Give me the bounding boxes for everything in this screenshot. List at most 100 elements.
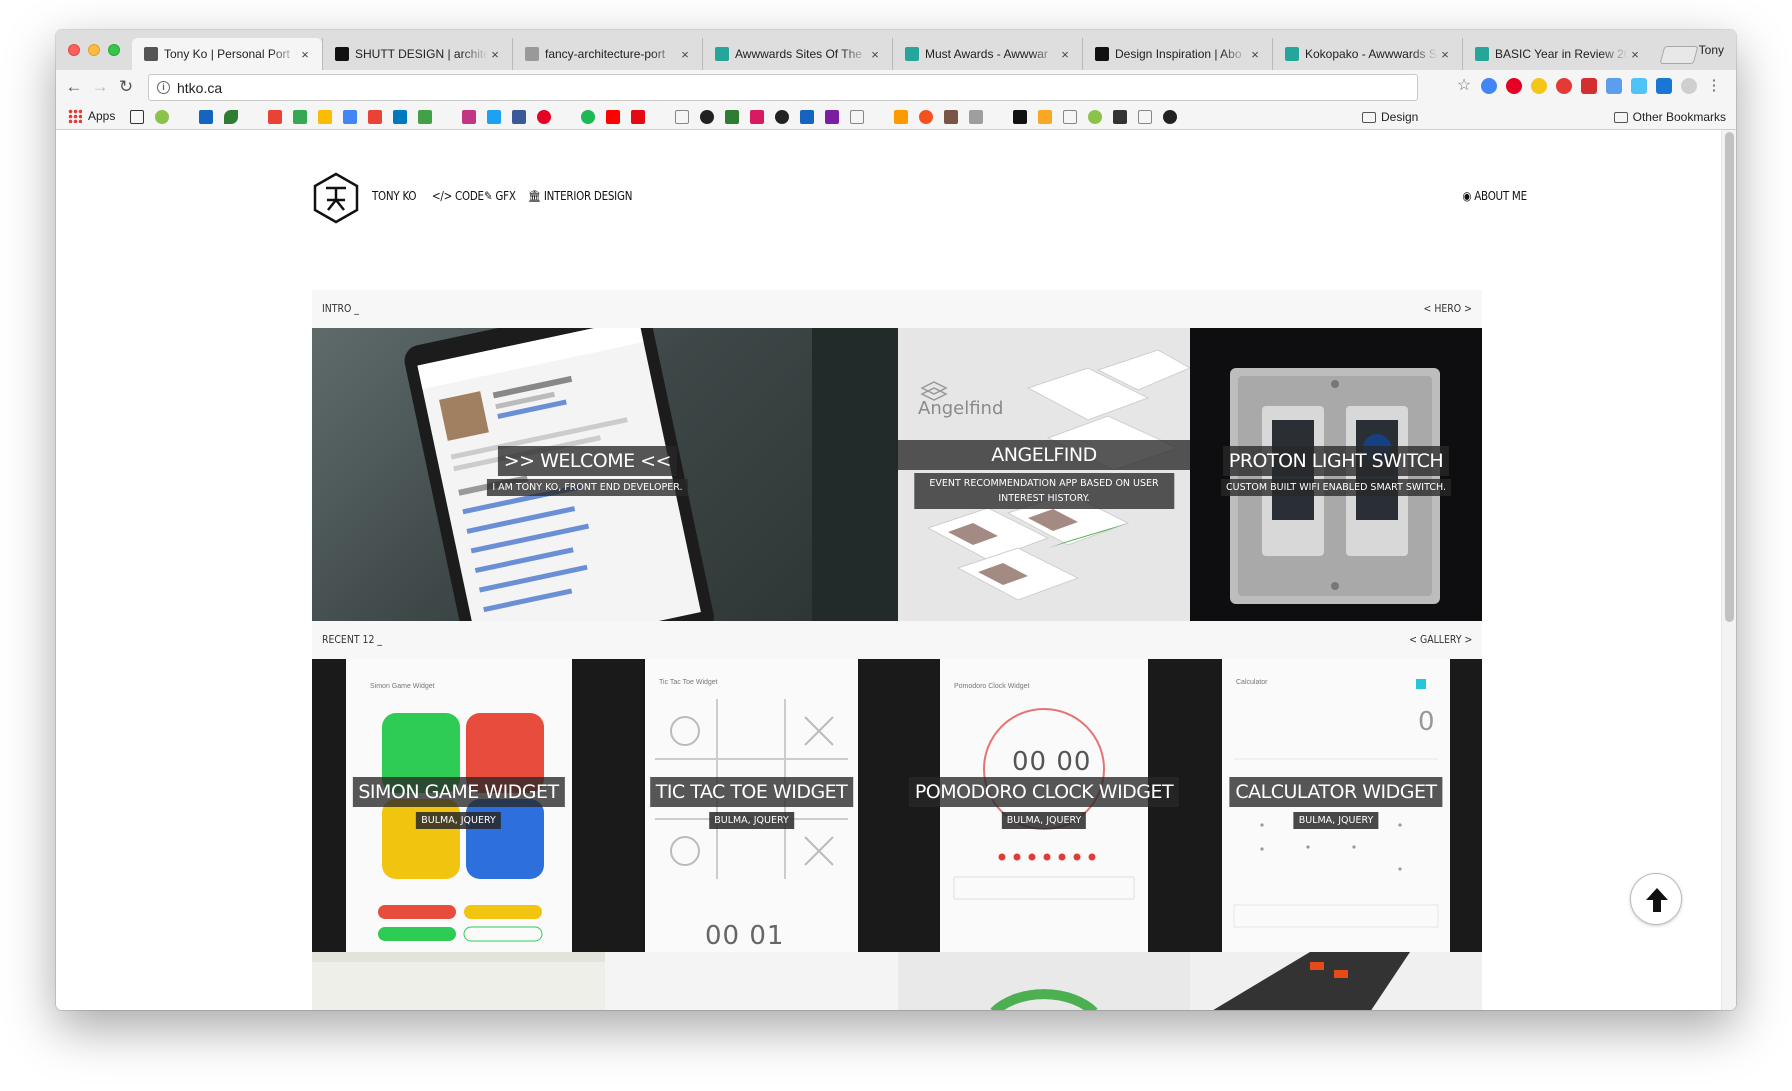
page-icon-2[interactable] bbox=[850, 110, 864, 124]
menu-kebab-icon[interactable]: ⋮ bbox=[1706, 78, 1722, 94]
f-icon[interactable] bbox=[800, 110, 814, 124]
proton-tile[interactable]: PROTON LIGHT SWITCH CUSTOM BUILT WIFI EN… bbox=[1190, 328, 1482, 621]
github-icon-3[interactable] bbox=[1163, 110, 1177, 124]
tab-close-icon[interactable]: × bbox=[1438, 47, 1452, 62]
h-icon[interactable] bbox=[825, 110, 839, 124]
bookmark-icon-6[interactable] bbox=[725, 110, 739, 124]
tab-close-icon[interactable]: × bbox=[488, 47, 502, 62]
browser-tab[interactable]: Awwwards Sites Of The × bbox=[702, 38, 892, 70]
hex-extension-icon[interactable] bbox=[1631, 78, 1647, 94]
browser-tab[interactable]: Design Inspiration | Abo × bbox=[1082, 38, 1272, 70]
netflix-icon[interactable] bbox=[631, 110, 645, 124]
calculator-tile[interactable]: Calculator 0 CALCULATOR WIDGET BULMA, JQ… bbox=[1190, 659, 1482, 952]
cube-icon[interactable] bbox=[969, 110, 983, 124]
browser-tab[interactable]: fancy-architecture-port × bbox=[512, 38, 702, 70]
tk-logo-icon[interactable] bbox=[312, 172, 360, 224]
pomodoro-tile[interactable]: Pomodoro Clock Widget 00 00 POMODORO CLO… bbox=[898, 659, 1190, 952]
photos-icon[interactable] bbox=[318, 110, 332, 124]
forward-button[interactable]: → bbox=[90, 77, 110, 97]
md-icon[interactable] bbox=[1113, 110, 1127, 124]
design-folder[interactable]: Design bbox=[1362, 110, 1418, 124]
adblock-icon[interactable] bbox=[1556, 78, 1572, 94]
css-extension-icon[interactable] bbox=[1606, 78, 1622, 94]
nav-interior-design[interactable]: 🏛 INTERIOR DESIGN bbox=[528, 189, 632, 203]
pomodoro-title: POMODORO CLOCK WIDGET bbox=[908, 777, 1180, 807]
cloud-extension-icon[interactable] bbox=[1681, 78, 1697, 94]
twitter-icon[interactable] bbox=[487, 110, 501, 124]
apps-bookmark[interactable]: Apps bbox=[68, 109, 115, 123]
next-row-tile-3[interactable] bbox=[898, 952, 1190, 1010]
address-bar[interactable]: i htko.ca bbox=[148, 74, 1418, 101]
trello-icon[interactable] bbox=[393, 110, 407, 124]
tab-close-icon[interactable]: × bbox=[1628, 47, 1642, 62]
bookmark-icon-8[interactable] bbox=[944, 110, 958, 124]
github-icon-1[interactable] bbox=[700, 110, 714, 124]
tab-close-icon[interactable]: × bbox=[678, 47, 692, 62]
browser-tab[interactable]: Tony Ko | Personal Port × bbox=[132, 38, 322, 70]
star-bookmark-icon[interactable]: ☆ bbox=[1456, 78, 1472, 94]
next-row-tile-4[interactable] bbox=[1190, 952, 1482, 1010]
minimize-window-button[interactable] bbox=[88, 44, 100, 56]
location-icon[interactable] bbox=[368, 110, 382, 124]
instagram-icon[interactable] bbox=[462, 110, 476, 124]
gallery-nav-link[interactable]: < GALLERY > bbox=[1409, 633, 1472, 646]
angelfind-tile[interactable]: Angelfind ANGELFIND EVENT RECOMMENDATION… bbox=[898, 328, 1190, 621]
bookmark-icon-10[interactable] bbox=[1038, 110, 1052, 124]
nav-brand[interactable]: TONY KO bbox=[372, 189, 417, 203]
drive-icon[interactable] bbox=[293, 110, 307, 124]
new-tab-button[interactable] bbox=[1659, 46, 1699, 64]
browser-tab[interactable]: Must Awards - Awwwar × bbox=[892, 38, 1082, 70]
pinterest-icon[interactable] bbox=[537, 110, 551, 124]
page-icon-4[interactable] bbox=[1138, 110, 1152, 124]
tab-close-icon[interactable]: × bbox=[298, 47, 312, 62]
pinterest-extension-icon[interactable] bbox=[1506, 78, 1522, 94]
bookmark-icon-4[interactable] bbox=[224, 110, 238, 124]
back-to-top-button[interactable] bbox=[1630, 873, 1682, 925]
scrollbar-thumb[interactable] bbox=[1725, 132, 1734, 622]
tic-tac-toe-tile[interactable]: Tic Tac Toe Widget 00 01 TIC TAC TOE WID… bbox=[605, 659, 898, 952]
tab-close-icon[interactable]: × bbox=[1248, 47, 1262, 62]
back-button[interactable]: ← bbox=[64, 77, 84, 97]
nav-about-me[interactable]: ◉ ABOUT ME bbox=[1462, 189, 1527, 203]
bookmark-icon-3[interactable] bbox=[199, 110, 213, 124]
other-bookmarks-folder[interactable]: Other Bookmarks bbox=[1613, 110, 1726, 124]
amazon-icon[interactable] bbox=[894, 110, 908, 124]
calendar-extension-icon[interactable] bbox=[1581, 78, 1597, 94]
m-extension-icon[interactable] bbox=[1656, 78, 1672, 94]
github-icon-2[interactable] bbox=[775, 110, 789, 124]
maps-icon[interactable] bbox=[343, 110, 357, 124]
tab-close-icon[interactable]: × bbox=[1058, 47, 1072, 62]
facebook-icon[interactable] bbox=[512, 110, 526, 124]
emoji-extension-icon[interactable] bbox=[1531, 78, 1547, 94]
tab-close-icon[interactable]: × bbox=[868, 47, 882, 62]
browser-tab[interactable]: Kokopako - Awwwards S × bbox=[1272, 38, 1462, 70]
site-info-icon[interactable]: i bbox=[157, 81, 170, 94]
welcome-tile[interactable]: >> WELCOME << I AM TONY KO, FRONT END DE… bbox=[312, 328, 898, 621]
spotify-icon[interactable] bbox=[581, 110, 595, 124]
browser-tab[interactable]: SHUTT DESIGN | archite × bbox=[322, 38, 512, 70]
nav-gfx[interactable]: ✎ GFX bbox=[484, 189, 516, 203]
simon-game-tile[interactable]: Simon Game Widget SIMON GAME WIDGET BULM… bbox=[312, 659, 605, 952]
browser-tab[interactable]: BASIC Year in Review 20 × bbox=[1462, 38, 1652, 70]
download-extension-icon[interactable] bbox=[1481, 78, 1497, 94]
gmail-icon[interactable] bbox=[268, 110, 282, 124]
close-window-button[interactable] bbox=[68, 44, 80, 56]
bookmark-icon-9[interactable] bbox=[1013, 110, 1027, 124]
page-icon-3[interactable] bbox=[1063, 110, 1077, 124]
bookmark-icon-5[interactable] bbox=[418, 110, 432, 124]
youtube-icon[interactable] bbox=[606, 110, 620, 124]
zoom-window-button[interactable] bbox=[108, 44, 120, 56]
page-scrollbar[interactable] bbox=[1721, 130, 1736, 1010]
next-row-tile-2[interactable] bbox=[605, 952, 898, 1010]
bookmark-icon-1[interactable] bbox=[130, 110, 144, 124]
profile-name[interactable]: Tony bbox=[1699, 43, 1724, 57]
bookmark-icon-2[interactable] bbox=[155, 110, 169, 124]
hero-nav-link[interactable]: < HERO > bbox=[1424, 302, 1472, 315]
nav-code[interactable]: </> CODE bbox=[432, 189, 484, 203]
hackerrank-icon[interactable] bbox=[750, 110, 764, 124]
page-icon-1[interactable] bbox=[675, 110, 689, 124]
m-bookmark-icon[interactable] bbox=[1088, 110, 1102, 124]
reload-button[interactable]: ↻ bbox=[116, 77, 136, 97]
next-row-tile-1[interactable] bbox=[312, 952, 605, 1010]
bookmark-icon-7[interactable] bbox=[919, 110, 933, 124]
